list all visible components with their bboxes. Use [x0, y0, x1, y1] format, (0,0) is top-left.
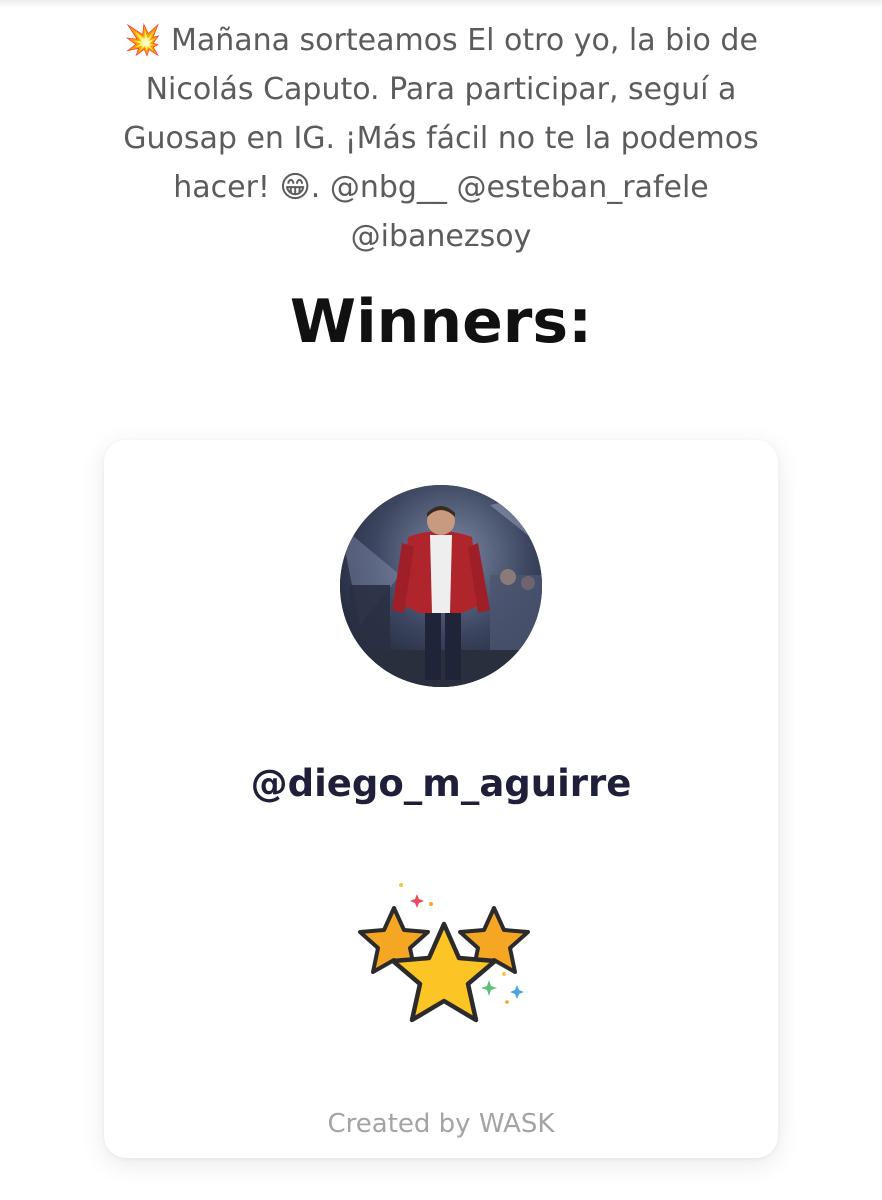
winner-avatar[interactable]: [340, 485, 542, 687]
top-divider: [0, 0, 882, 8]
winners-heading: Winners:: [289, 287, 593, 357]
winner-card: @diego_m_aguirre Created by WASK: [104, 440, 778, 1158]
winner-username[interactable]: @diego_m_aguirre: [104, 758, 778, 810]
created-by-label[interactable]: Created by WASK: [104, 1106, 778, 1142]
three-stars-icon: [358, 883, 530, 1023]
profile-photo-icon: [340, 485, 542, 687]
giveaway-description: 💥 Mañana sorteamos El otro yo, la bio de…: [123, 23, 759, 254]
